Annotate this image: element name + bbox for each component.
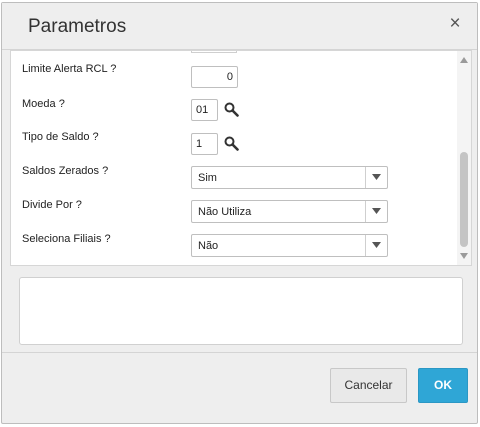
dropdown-button[interactable] xyxy=(365,201,387,222)
divide-por-value: Não Utiliza xyxy=(198,206,252,218)
parameters-panel: Limite Alerta RCL ? 0 Moeda ? 01 Tipo de… xyxy=(10,50,472,266)
param-label-seleciona-filiais: Seleciona Filiais ? xyxy=(22,233,111,245)
saldos-zerados-select[interactable]: Sim xyxy=(191,166,388,189)
ok-button[interactable]: OK xyxy=(418,368,468,403)
scrollbar-thumb[interactable] xyxy=(460,152,468,247)
dialog-title: Parametros xyxy=(28,16,127,37)
cancel-button[interactable]: Cancelar xyxy=(330,368,407,403)
scroll-up-icon[interactable] xyxy=(460,57,468,63)
dropdown-button[interactable] xyxy=(365,167,387,188)
seleciona-filiais-value: Não xyxy=(198,240,219,252)
search-icon[interactable] xyxy=(224,102,239,117)
seleciona-filiais-select[interactable]: Não xyxy=(191,234,388,257)
chevron-down-icon xyxy=(372,208,381,214)
chevron-down-icon xyxy=(372,174,381,180)
vertical-scrollbar[interactable] xyxy=(457,51,471,265)
limite-alerta-rcl-input[interactable]: 0 xyxy=(191,66,238,88)
chevron-down-icon xyxy=(372,242,381,248)
param-label-saldos-zerados: Saldos Zerados ? xyxy=(22,165,109,177)
scroll-down-icon[interactable] xyxy=(460,253,468,259)
footer-divider xyxy=(2,352,477,353)
dropdown-button[interactable] xyxy=(365,235,387,256)
saldos-zerados-value: Sim xyxy=(198,172,217,184)
moeda-input[interactable]: 01 xyxy=(191,99,218,121)
divide-por-select[interactable]: Não Utiliza xyxy=(191,200,388,223)
memo-textarea[interactable] xyxy=(19,277,463,345)
param-label-divide-por: Divide Por ? xyxy=(22,199,82,211)
parametros-dialog: Parametros × Limite Alerta RCL ? 0 Moeda… xyxy=(1,2,478,424)
param-label-moeda: Moeda ? xyxy=(22,98,65,110)
dialog-titlebar: Parametros × xyxy=(2,3,477,50)
tipo-de-saldo-input[interactable]: 1 xyxy=(191,133,218,155)
param-label-tipo-de-saldo: Tipo de Saldo ? xyxy=(22,131,99,143)
search-icon[interactable] xyxy=(224,136,239,151)
clipped-field xyxy=(191,51,237,53)
param-label-limite-alerta-rcl: Limite Alerta RCL ? xyxy=(22,63,117,75)
close-icon[interactable]: × xyxy=(447,14,463,33)
